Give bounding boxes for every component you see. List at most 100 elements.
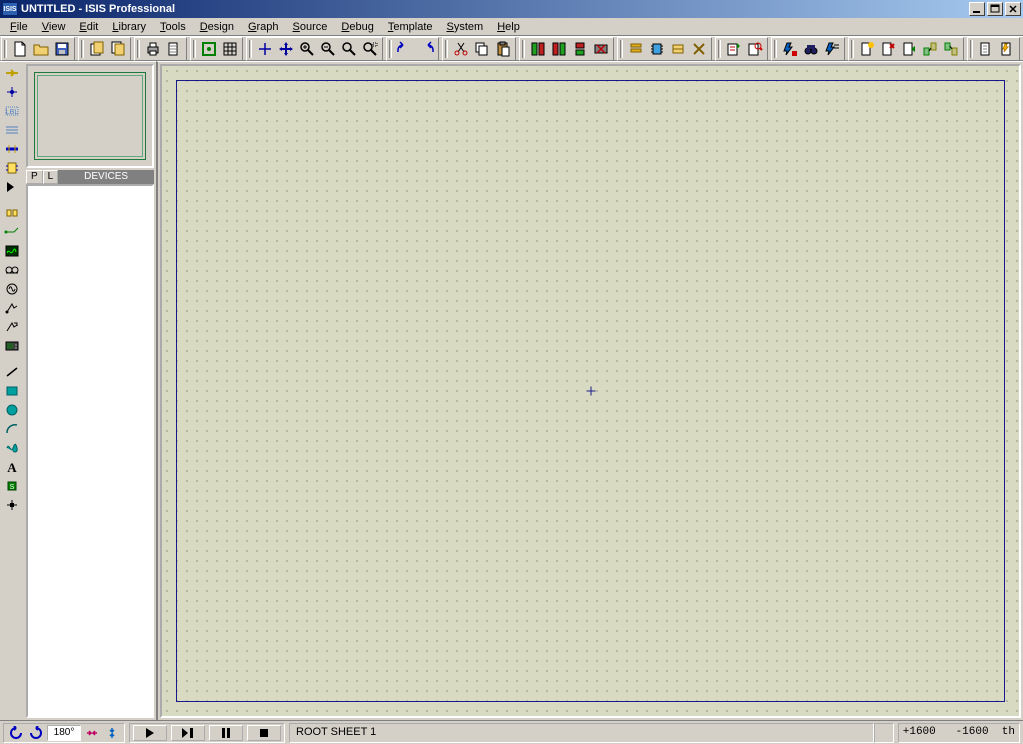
text-script-mode-icon[interactable] bbox=[2, 121, 22, 139]
print-icon[interactable] bbox=[143, 39, 163, 59]
overview-window[interactable] bbox=[26, 64, 154, 168]
canvas-wrap bbox=[156, 61, 1023, 720]
menu-tools[interactable]: Tools bbox=[153, 20, 193, 34]
menu-graph[interactable]: Graph bbox=[241, 20, 286, 34]
block-rotate-icon[interactable] bbox=[570, 39, 590, 59]
block-delete-icon[interactable] bbox=[591, 39, 611, 59]
export-section-icon[interactable] bbox=[108, 39, 128, 59]
rotate-cw-icon[interactable] bbox=[27, 725, 45, 741]
tape-mode-icon[interactable] bbox=[2, 261, 22, 279]
window-controls bbox=[969, 2, 1023, 16]
menu-file[interactable]: File bbox=[3, 20, 35, 34]
wire-label-mode-icon[interactable]: LBL bbox=[2, 102, 22, 120]
undo-icon[interactable] bbox=[395, 39, 415, 59]
grid-icon[interactable] bbox=[220, 39, 240, 59]
origin-icon[interactable] bbox=[255, 39, 275, 59]
editing-canvas[interactable] bbox=[160, 64, 1021, 718]
libraries-button[interactable]: L bbox=[43, 170, 59, 184]
menu-edit[interactable]: Edit bbox=[72, 20, 105, 34]
delete-sheet-icon[interactable] bbox=[878, 39, 898, 59]
minimize-button[interactable] bbox=[969, 2, 985, 16]
electrical-check-icon[interactable] bbox=[997, 39, 1017, 59]
menu-source[interactable]: Source bbox=[286, 20, 335, 34]
maximize-button[interactable] bbox=[987, 2, 1003, 16]
zoom-area-icon[interactable] bbox=[360, 39, 380, 59]
menu-view[interactable]: View bbox=[35, 20, 73, 34]
subcircuit-mode-icon[interactable] bbox=[2, 159, 22, 177]
generator-mode-icon[interactable] bbox=[2, 280, 22, 298]
object-selector-list[interactable] bbox=[26, 184, 154, 718]
voltage-probe-mode-icon[interactable] bbox=[2, 299, 22, 317]
step-button[interactable] bbox=[171, 725, 205, 741]
box-2d-icon[interactable] bbox=[2, 382, 22, 400]
pick-devices-button[interactable]: P bbox=[26, 170, 43, 184]
instant-edit-mode-icon[interactable] bbox=[2, 178, 22, 196]
circle-2d-icon[interactable] bbox=[2, 401, 22, 419]
set-area-icon[interactable] bbox=[164, 39, 184, 59]
paste-icon[interactable] bbox=[493, 39, 513, 59]
new-file-icon[interactable] bbox=[10, 39, 30, 59]
zoom-in-icon[interactable] bbox=[297, 39, 317, 59]
bus-mode-icon[interactable] bbox=[2, 140, 22, 158]
menu-system[interactable]: System bbox=[440, 20, 491, 34]
terminal-mode-icon[interactable] bbox=[2, 204, 22, 222]
property-assign-icon[interactable] bbox=[780, 39, 800, 59]
pan-icon[interactable] bbox=[276, 39, 296, 59]
line-2d-icon[interactable] bbox=[2, 363, 22, 381]
zoom-child-icon[interactable] bbox=[920, 39, 940, 59]
search-tag-icon[interactable] bbox=[745, 39, 765, 59]
open-file-icon[interactable] bbox=[31, 39, 51, 59]
pause-button[interactable] bbox=[209, 725, 243, 741]
arc-2d-icon[interactable] bbox=[2, 420, 22, 438]
mirror-vertical-icon[interactable] bbox=[103, 725, 121, 741]
component-mode-icon[interactable] bbox=[2, 64, 22, 82]
redo-icon[interactable] bbox=[416, 39, 436, 59]
menu-library[interactable]: Library bbox=[105, 20, 153, 34]
save-file-icon[interactable] bbox=[52, 39, 72, 59]
zoom-parent-icon[interactable] bbox=[941, 39, 961, 59]
status-bar: ROOT SHEET 1 +1600 -1600 th bbox=[0, 720, 1023, 744]
zoom-out-icon[interactable] bbox=[318, 39, 338, 59]
junction-mode-icon[interactable] bbox=[2, 83, 22, 101]
main-area: LBL A S P L DEVICES bbox=[0, 61, 1023, 720]
close-button[interactable] bbox=[1005, 2, 1021, 16]
rotation-input[interactable] bbox=[47, 725, 81, 741]
make-device-icon[interactable] bbox=[647, 39, 667, 59]
marker-mode-icon[interactable] bbox=[2, 496, 22, 514]
menu-help[interactable]: Help bbox=[490, 20, 527, 34]
packaging-icon[interactable] bbox=[668, 39, 688, 59]
text-2d-icon[interactable]: A bbox=[2, 458, 22, 476]
menu-template[interactable]: Template bbox=[381, 20, 440, 34]
cut-icon[interactable] bbox=[451, 39, 471, 59]
menu-design[interactable]: Design bbox=[193, 20, 241, 34]
wire-autoroute-icon[interactable] bbox=[724, 39, 744, 59]
mirror-horizontal-icon[interactable] bbox=[83, 725, 101, 741]
property-edit-icon[interactable] bbox=[822, 39, 842, 59]
simulation-controls bbox=[129, 723, 285, 743]
import-section-icon[interactable] bbox=[87, 39, 107, 59]
rotate-ccw-icon[interactable] bbox=[7, 725, 25, 741]
decompose-icon[interactable] bbox=[689, 39, 709, 59]
path-2d-icon[interactable] bbox=[2, 439, 22, 457]
svg-text:A: A bbox=[7, 460, 17, 474]
block-copy-icon[interactable] bbox=[528, 39, 548, 59]
new-sheet-icon[interactable] bbox=[857, 39, 877, 59]
redraw-icon[interactable] bbox=[199, 39, 219, 59]
goto-sheet-icon[interactable] bbox=[899, 39, 919, 59]
symbol-2d-icon[interactable]: S bbox=[2, 477, 22, 495]
pick-library-icon[interactable] bbox=[626, 39, 646, 59]
play-button[interactable] bbox=[133, 725, 167, 741]
stop-button[interactable] bbox=[247, 725, 281, 741]
current-probe-mode-icon[interactable] bbox=[2, 318, 22, 336]
block-move-icon[interactable] bbox=[549, 39, 569, 59]
menu-debug[interactable]: Debug bbox=[334, 20, 380, 34]
status-spacer bbox=[874, 723, 894, 743]
device-pin-mode-icon[interactable] bbox=[2, 223, 22, 241]
bill-of-materials-icon[interactable] bbox=[976, 39, 996, 59]
object-selector-title: DEVICES bbox=[58, 170, 154, 184]
graph-mode-icon[interactable] bbox=[2, 242, 22, 260]
binoculars-icon[interactable] bbox=[801, 39, 821, 59]
virtual-instrument-icon[interactable] bbox=[2, 337, 22, 355]
zoom-all-icon[interactable] bbox=[339, 39, 359, 59]
copy-icon[interactable] bbox=[472, 39, 492, 59]
